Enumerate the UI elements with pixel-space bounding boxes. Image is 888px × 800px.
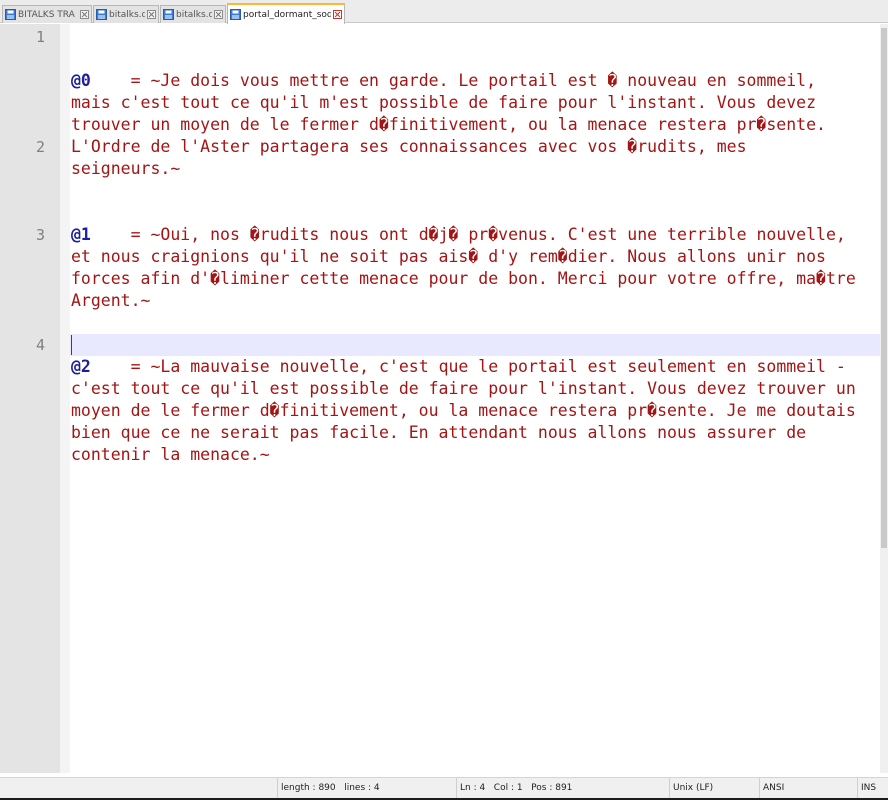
entry-key: @0 bbox=[71, 71, 91, 90]
close-tab-icon[interactable] bbox=[214, 10, 223, 19]
tab-bitalks-tra[interactable]: BITALKS TRA bbox=[2, 5, 92, 23]
status-eol[interactable]: Unix (LF) bbox=[669, 778, 757, 798]
status-insert-mode[interactable]: INS bbox=[857, 778, 888, 798]
text-caret bbox=[71, 335, 72, 355]
status-lines: lines : 4 bbox=[344, 783, 380, 793]
entry-key: @2 bbox=[71, 357, 91, 376]
status-cursor-position: Ln : 4 Col : 1 Pos : 891 bbox=[456, 778, 666, 798]
entry-text: ~Oui, nos �rudits nous ont d�j� pr�venus… bbox=[71, 225, 866, 310]
tab-label: BITALKS TRA bbox=[18, 9, 75, 20]
line-number-gutter: 1 2 3 4 bbox=[0, 24, 60, 773]
entry-separator: = bbox=[90, 71, 151, 90]
close-tab-icon[interactable] bbox=[333, 10, 342, 19]
scrollbar-thumb[interactable] bbox=[881, 28, 887, 548]
tab-portal-dormant-sod-tra[interactable]: portal_dormant_sod.tra bbox=[227, 3, 345, 24]
tab-bitalks-d-2[interactable]: bitalks.d bbox=[160, 5, 226, 23]
tra-entry: @0 = ~Je dois vous mettre en garde. Le p… bbox=[71, 70, 861, 180]
entry-key: @1 bbox=[71, 225, 91, 244]
fold-margin bbox=[60, 24, 70, 773]
file-saved-icon bbox=[163, 9, 174, 20]
status-bar: length : 890 lines : 4 Ln : 4 Col : 1 Po… bbox=[0, 777, 888, 798]
status-pos: Pos : 891 bbox=[531, 783, 573, 793]
entry-text: ~La mauvaise nouvelle, c'est que le port… bbox=[71, 357, 866, 464]
status-col: Col : 1 bbox=[493, 783, 523, 793]
line-number: 1 bbox=[35, 28, 45, 46]
status-length: length : 890 bbox=[281, 783, 336, 793]
tab-label: portal_dormant_sod.tra bbox=[243, 9, 331, 20]
tra-entry: @2 = ~La mauvaise nouvelle, c'est que le… bbox=[71, 356, 861, 466]
tab-bitalks-d-1[interactable]: bitalks.d bbox=[93, 5, 159, 23]
entry-separator: = bbox=[90, 357, 151, 376]
file-saved-icon bbox=[5, 9, 16, 20]
entry-separator: = bbox=[90, 225, 151, 244]
status-encoding[interactable]: ANSI bbox=[759, 778, 855, 798]
line-number: 3 bbox=[35, 226, 45, 244]
text-editor[interactable]: 1 2 3 4 @0 = ~Je dois vous mettre en gar… bbox=[0, 24, 888, 773]
tra-entry: @1 = ~Oui, nos �rudits nous ont d�j� pr�… bbox=[71, 224, 861, 312]
close-tab-icon[interactable] bbox=[147, 10, 156, 19]
entry-text: ~Je dois vous mettre en garde. Le portai… bbox=[71, 71, 836, 178]
file-saved-icon bbox=[96, 9, 107, 20]
close-tab-icon[interactable] bbox=[80, 10, 89, 19]
status-length-lines: length : 890 lines : 4 bbox=[277, 778, 453, 798]
tab-bar: BITALKS TRA bitalks.d bitalks.d portal_d… bbox=[0, 0, 888, 24]
line-number: 4 bbox=[35, 336, 45, 354]
tab-label: bitalks.d bbox=[109, 9, 145, 20]
line-number: 2 bbox=[35, 138, 45, 156]
vertical-scrollbar[interactable] bbox=[880, 24, 888, 773]
code-content[interactable]: @0 = ~Je dois vous mettre en garde. Le p… bbox=[71, 26, 861, 510]
tab-label: bitalks.d bbox=[176, 9, 212, 20]
file-saved-icon bbox=[230, 9, 241, 20]
status-ln: Ln : 4 bbox=[460, 783, 486, 793]
